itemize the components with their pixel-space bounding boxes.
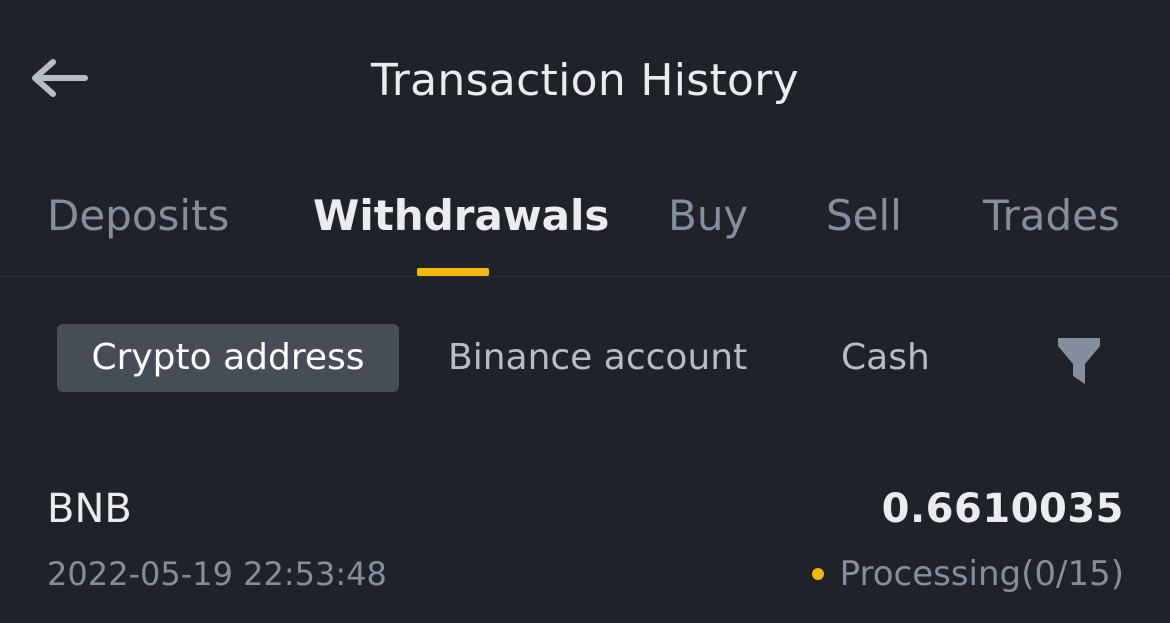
- transaction-time: 2022-05-19 22:53:48: [47, 555, 387, 593]
- status-dot-icon: [811, 568, 824, 580]
- tab-divider: [0, 276, 1170, 277]
- page-title: Transaction History: [371, 55, 799, 106]
- subtab-cash[interactable]: Cash: [841, 324, 930, 392]
- header: Transaction History: [0, 0, 1170, 160]
- tab-trades[interactable]: Trades: [983, 188, 1120, 244]
- subtab-crypto-address[interactable]: Crypto address: [57, 324, 399, 392]
- transaction-row[interactable]: BNB 0.6610035 2022-05-19 22:53:48 Proces…: [0, 470, 1170, 610]
- tab-bar: Deposits Withdrawals Buy Sell Trades: [0, 180, 1170, 276]
- transaction-status-label: Processing(0/15): [839, 554, 1124, 594]
- tab-buy[interactable]: Buy: [668, 188, 748, 244]
- withdrawal-type-filter: Crypto address Binance account Cash: [0, 318, 1170, 398]
- transaction-coin: BNB: [47, 486, 132, 532]
- transaction-status: Processing(0/15): [811, 552, 1124, 596]
- active-tab-indicator: [417, 268, 489, 276]
- tab-withdrawals[interactable]: Withdrawals: [313, 188, 609, 244]
- filter-icon: [1058, 338, 1100, 384]
- tab-sell[interactable]: Sell: [826, 188, 902, 244]
- subtab-binance-account[interactable]: Binance account: [448, 324, 747, 392]
- filter-button[interactable]: [1056, 336, 1106, 386]
- tab-deposits[interactable]: Deposits: [47, 188, 229, 244]
- transaction-history-screen: Transaction History Deposits Withdrawals…: [0, 0, 1170, 623]
- transaction-amount: 0.6610035: [881, 486, 1124, 532]
